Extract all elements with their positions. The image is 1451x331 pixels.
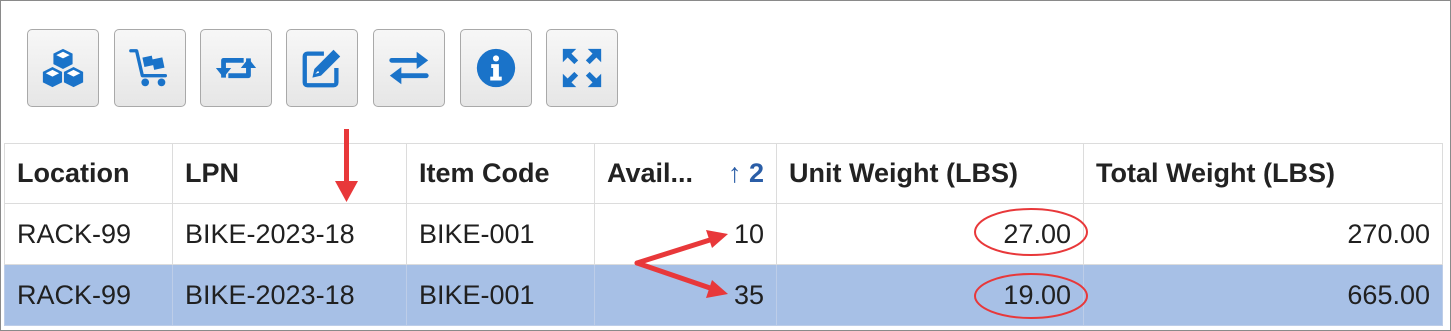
column-header-available-label: Avail... xyxy=(607,158,694,188)
retweet-icon xyxy=(215,57,257,79)
inventory-grid: Location LPN Item Code Avail... ↑ 2 Unit… xyxy=(4,143,1443,326)
expand-icon xyxy=(562,48,602,88)
info-button[interactable] xyxy=(460,29,532,107)
cell-available: 35 xyxy=(594,264,777,326)
cell-available: 10 xyxy=(594,203,777,265)
column-header-total-weight[interactable]: Total Weight (LBS) xyxy=(1083,143,1443,204)
info-icon xyxy=(476,48,516,88)
column-header-available[interactable]: Avail... ↑ 2 xyxy=(594,143,777,204)
inventory-button[interactable] xyxy=(27,29,99,107)
cell-location: RACK-99 xyxy=(4,203,173,265)
exchange-icon xyxy=(389,51,429,85)
table-row-selected[interactable]: RACK-99 BIKE-2023-18 BIKE-001 35 19.00 6… xyxy=(4,264,1443,326)
header-row: Location LPN Item Code Avail... ↑ 2 Unit… xyxy=(4,143,1443,204)
cell-location: RACK-99 xyxy=(4,264,173,326)
edit-icon xyxy=(302,49,341,88)
column-header-unit-weight[interactable]: Unit Weight (LBS) xyxy=(776,143,1084,204)
app-window: Location LPN Item Code Avail... ↑ 2 Unit… xyxy=(0,0,1451,331)
cell-lpn: BIKE-2023-18 xyxy=(172,264,407,326)
transfer-button[interactable] xyxy=(200,29,272,107)
sort-ascending-indicator[interactable]: ↑ 2 xyxy=(728,158,764,189)
exchange-button[interactable] xyxy=(373,29,445,107)
cell-total-weight: 270.00 xyxy=(1083,203,1443,265)
boxes-icon xyxy=(42,48,84,88)
cell-item-code: BIKE-001 xyxy=(406,264,595,326)
column-header-lpn[interactable]: LPN xyxy=(172,143,407,204)
edit-button[interactable] xyxy=(286,29,358,107)
column-header-location[interactable]: Location xyxy=(4,143,173,204)
cart-button[interactable] xyxy=(114,29,186,107)
cell-total-weight: 665.00 xyxy=(1083,264,1443,326)
cell-unit-weight: 19.00 xyxy=(776,264,1084,326)
cell-item-code: BIKE-001 xyxy=(406,203,595,265)
column-header-item-code[interactable]: Item Code xyxy=(406,143,595,204)
cell-lpn: BIKE-2023-18 xyxy=(172,203,407,265)
expand-button[interactable] xyxy=(546,29,618,107)
cart-icon xyxy=(129,49,168,87)
cell-unit-weight: 27.00 xyxy=(776,203,1084,265)
table-row[interactable]: RACK-99 BIKE-2023-18 BIKE-001 10 27.00 2… xyxy=(4,203,1443,265)
